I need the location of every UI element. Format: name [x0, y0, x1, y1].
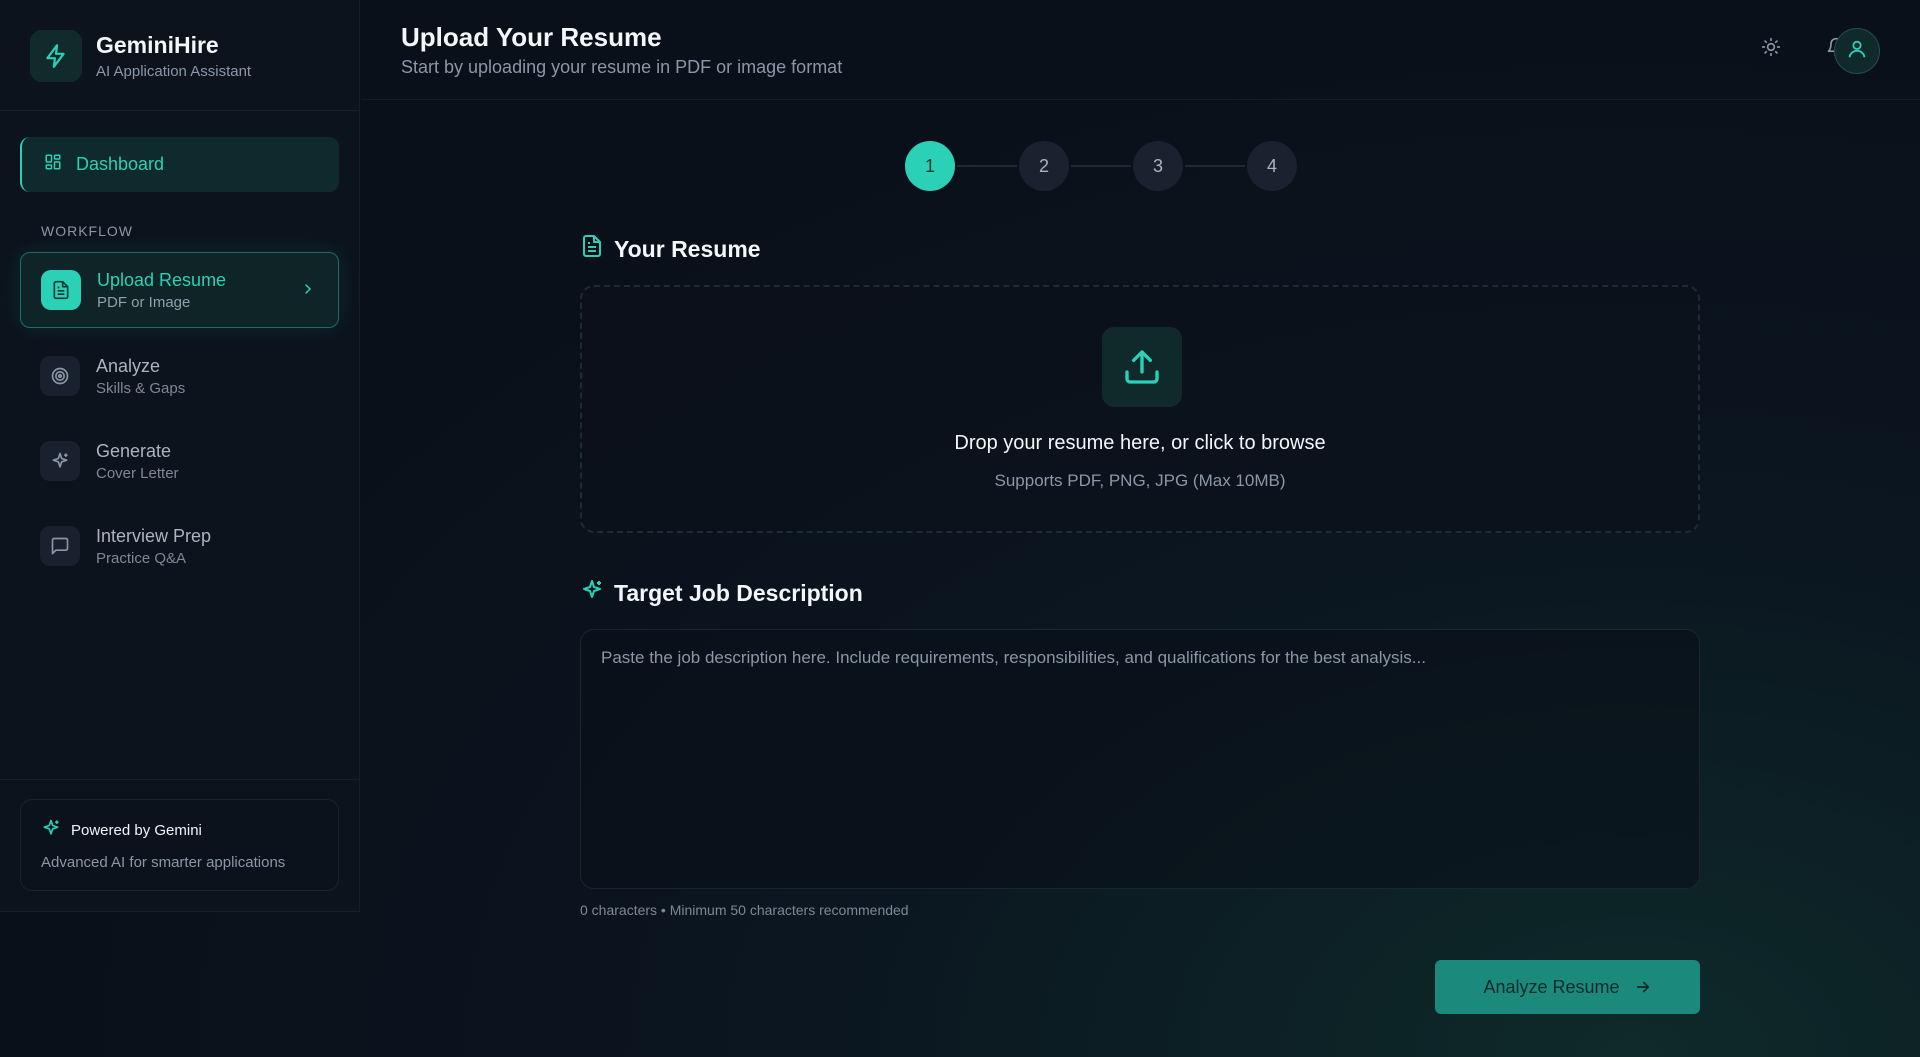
step-connector	[957, 165, 1017, 167]
arrow-right-icon	[1636, 981, 1649, 993]
powered-subtitle: Advanced AI for smarter applications	[41, 854, 286, 871]
sparkle-icon	[580, 578, 604, 608]
powered-title: Powered by Gemini	[71, 821, 202, 839]
brand: GeminiHire AI Application Assistant	[30, 30, 251, 82]
dropzone-subtitle: Supports PDF, PNG, JPG (Max 10MB)	[994, 471, 1286, 490]
sidebar-item-subtitle: Practice Q&A	[96, 549, 187, 567]
sidebar-item-label: Dashboard	[76, 154, 165, 174]
theme-toggle-button[interactable]	[1751, 29, 1791, 69]
analyze-resume-button[interactable]: Analyze Resume	[1435, 960, 1700, 1014]
sun-icon	[1761, 37, 1781, 62]
file-icon	[580, 234, 604, 264]
divider	[0, 779, 359, 780]
app-root: GeminiHire AI Application Assistant Dash…	[0, 0, 1920, 1057]
stepper: 1 2 3 4	[905, 141, 1297, 191]
character-count: 0 characters • Minimum 50 characters rec…	[580, 902, 909, 918]
button-label: Analyze Resume	[1483, 976, 1620, 997]
job-section-title: Target Job Description	[580, 578, 863, 608]
sidebar-item-subtitle: PDF or Image	[97, 293, 191, 311]
lightning-icon	[30, 30, 82, 82]
step-1: 1	[905, 141, 955, 191]
page-subtitle: Start by uploading your resume in PDF or…	[401, 57, 843, 77]
sidebar-item-subtitle: Cover Letter	[96, 464, 179, 482]
resume-section-title: Your Resume	[580, 234, 761, 264]
dropzone-title: Drop your resume here, or click to brows…	[954, 432, 1326, 454]
grid-icon	[44, 153, 62, 176]
step-2: 2	[1019, 141, 1069, 191]
file-icon	[41, 270, 81, 310]
section-title-text: Target Job Description	[614, 579, 863, 606]
target-icon	[40, 356, 80, 396]
divider	[0, 110, 359, 111]
section-label-workflow: WORKFLOW	[41, 223, 133, 239]
chevron-right-icon	[300, 281, 316, 302]
user-avatar-button[interactable]	[1834, 28, 1880, 74]
sidebar-item-subtitle: Skills & Gaps	[96, 379, 186, 397]
resume-dropzone[interactable]: Drop your resume here, or click to brows…	[580, 285, 1700, 533]
step-connector	[1071, 165, 1131, 167]
header: Upload Your Resume Start by uploading yo…	[361, 0, 1920, 100]
step-4: 4	[1247, 141, 1297, 191]
sidebar-item-interview-prep[interactable]: Interview Prep Practice Q&A	[20, 508, 339, 584]
user-icon	[1846, 38, 1868, 65]
sidebar-item-title: Analyze	[96, 355, 161, 376]
upload-icon	[1102, 327, 1182, 407]
sidebar-item-generate[interactable]: Generate Cover Letter	[20, 423, 339, 499]
step-3: 3	[1133, 141, 1183, 191]
powered-by-card: Powered by Gemini Advanced AI for smarte…	[20, 799, 339, 891]
brand-name: GeminiHire	[96, 32, 219, 58]
sidebar-item-title: Interview Prep	[96, 525, 212, 546]
sidebar-item-upload-resume[interactable]: Upload Resume PDF or Image	[20, 252, 339, 328]
brand-subtitle: AI Application Assistant	[96, 63, 252, 80]
sidebar-item-dashboard[interactable]: Dashboard	[20, 137, 339, 192]
sidebar-item-analyze[interactable]: Analyze Skills & Gaps	[20, 338, 339, 414]
sidebar-item-title: Upload Resume	[97, 269, 227, 290]
sidebar-item-title: Generate	[96, 440, 172, 461]
sparkle-icon	[40, 441, 80, 481]
step-connector	[1185, 165, 1245, 167]
sparkle-icon	[41, 818, 61, 842]
section-title-text: Your Resume	[614, 235, 761, 262]
page-title: Upload Your Resume	[401, 22, 662, 52]
job-description-input[interactable]	[580, 629, 1700, 889]
sidebar: GeminiHire AI Application Assistant Dash…	[0, 0, 360, 912]
chat-icon	[40, 526, 80, 566]
